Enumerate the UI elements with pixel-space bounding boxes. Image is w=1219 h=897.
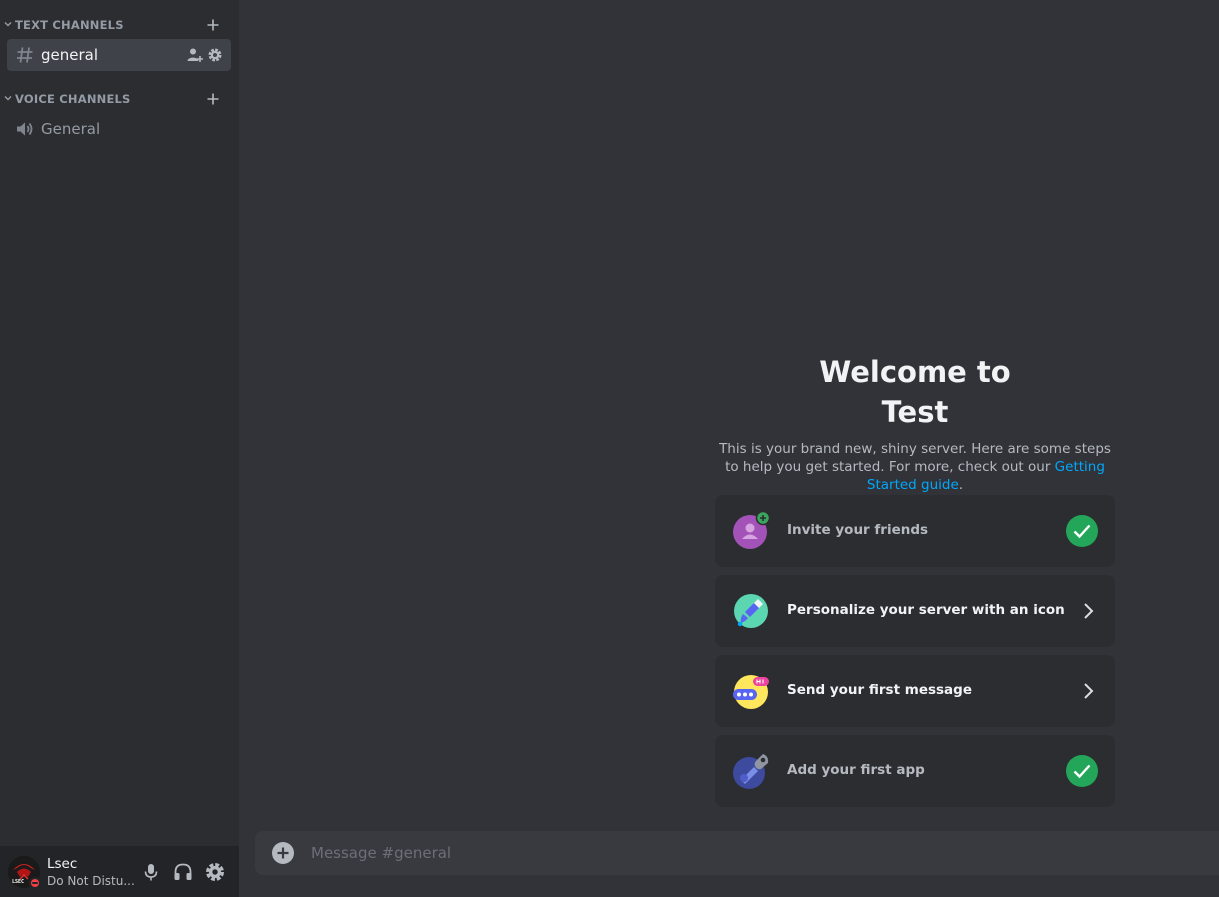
card-label: Send your first message <box>787 682 972 698</box>
channel-voice-general[interactable]: General <box>7 113 231 145</box>
card-label: Personalize your server with an icon <box>787 602 1065 618</box>
channel-general[interactable]: general <box>7 39 231 71</box>
welcome-title: Welcome to Test <box>715 352 1115 432</box>
category-voice-channels[interactable]: VOICE CHANNELS <box>0 88 239 110</box>
category-label: TEXT CHANNELS <box>15 18 124 32</box>
welcome-description: This is your brand new, shiny server. He… <box>719 440 1111 494</box>
welcome-desc-end: . <box>958 477 964 493</box>
welcome-desc-text: This is your brand new, shiny server. He… <box>719 441 1111 475</box>
message-composer <box>255 831 1219 875</box>
create-channel-plus-icon[interactable] <box>206 18 220 32</box>
hash-icon <box>17 47 33 63</box>
user-settings-gear-icon[interactable] <box>204 861 226 883</box>
wrench-app-icon <box>733 754 769 789</box>
chevron-down-icon <box>4 22 12 27</box>
username: Lsec <box>47 856 78 872</box>
chevron-right-icon <box>1084 603 1094 619</box>
discord-app: TEXT CHANNELS general VOICE CHANNELS Gen… <box>0 0 1219 897</box>
invite-friends-icon <box>733 512 770 549</box>
channel-sidebar: TEXT CHANNELS general VOICE CHANNELS Gen… <box>0 0 239 897</box>
checkmark-complete-icon <box>1066 515 1098 547</box>
message-input[interactable] <box>311 831 1191 875</box>
card-label: Invite your friends <box>787 522 929 538</box>
invite-member-icon[interactable] <box>187 47 203 63</box>
checklist-card-personalize[interactable]: Personalize your server with an icon <box>715 575 1115 647</box>
user-status: Do Not Distu... <box>47 874 135 888</box>
avatar-label: LSEC <box>12 879 25 885</box>
channel-name: General <box>41 120 101 138</box>
chevron-down-icon <box>4 96 12 101</box>
chevron-right-icon <box>1084 683 1094 699</box>
microphone-icon[interactable] <box>140 861 162 883</box>
gear-icon[interactable] <box>207 47 223 63</box>
user-panel: LSEC Lsec Do Not Distu... <box>0 846 239 897</box>
add-attachment-plus-icon[interactable] <box>271 841 295 865</box>
speaker-icon <box>17 122 33 136</box>
checklist-card-message[interactable]: Send your first message <box>715 655 1115 727</box>
welcome-title-line1: Welcome to <box>819 355 1011 389</box>
card-label: Add your first app <box>787 762 925 778</box>
create-channel-plus-icon[interactable] <box>206 92 220 106</box>
category-text-channels[interactable]: TEXT CHANNELS <box>0 14 239 36</box>
category-label: VOICE CHANNELS <box>15 92 131 106</box>
server-name: Test <box>881 395 949 429</box>
checklist-card-invite[interactable]: Invite your friends <box>715 495 1115 567</box>
headphones-icon[interactable] <box>172 861 194 883</box>
checkmark-complete-icon <box>1066 755 1098 787</box>
paintbrush-icon <box>734 594 768 628</box>
dnd-status-icon <box>29 877 41 889</box>
checklist-card-app[interactable]: Add your first app <box>715 735 1115 807</box>
channel-name: general <box>41 46 99 64</box>
chat-bubble-icon <box>733 675 769 709</box>
